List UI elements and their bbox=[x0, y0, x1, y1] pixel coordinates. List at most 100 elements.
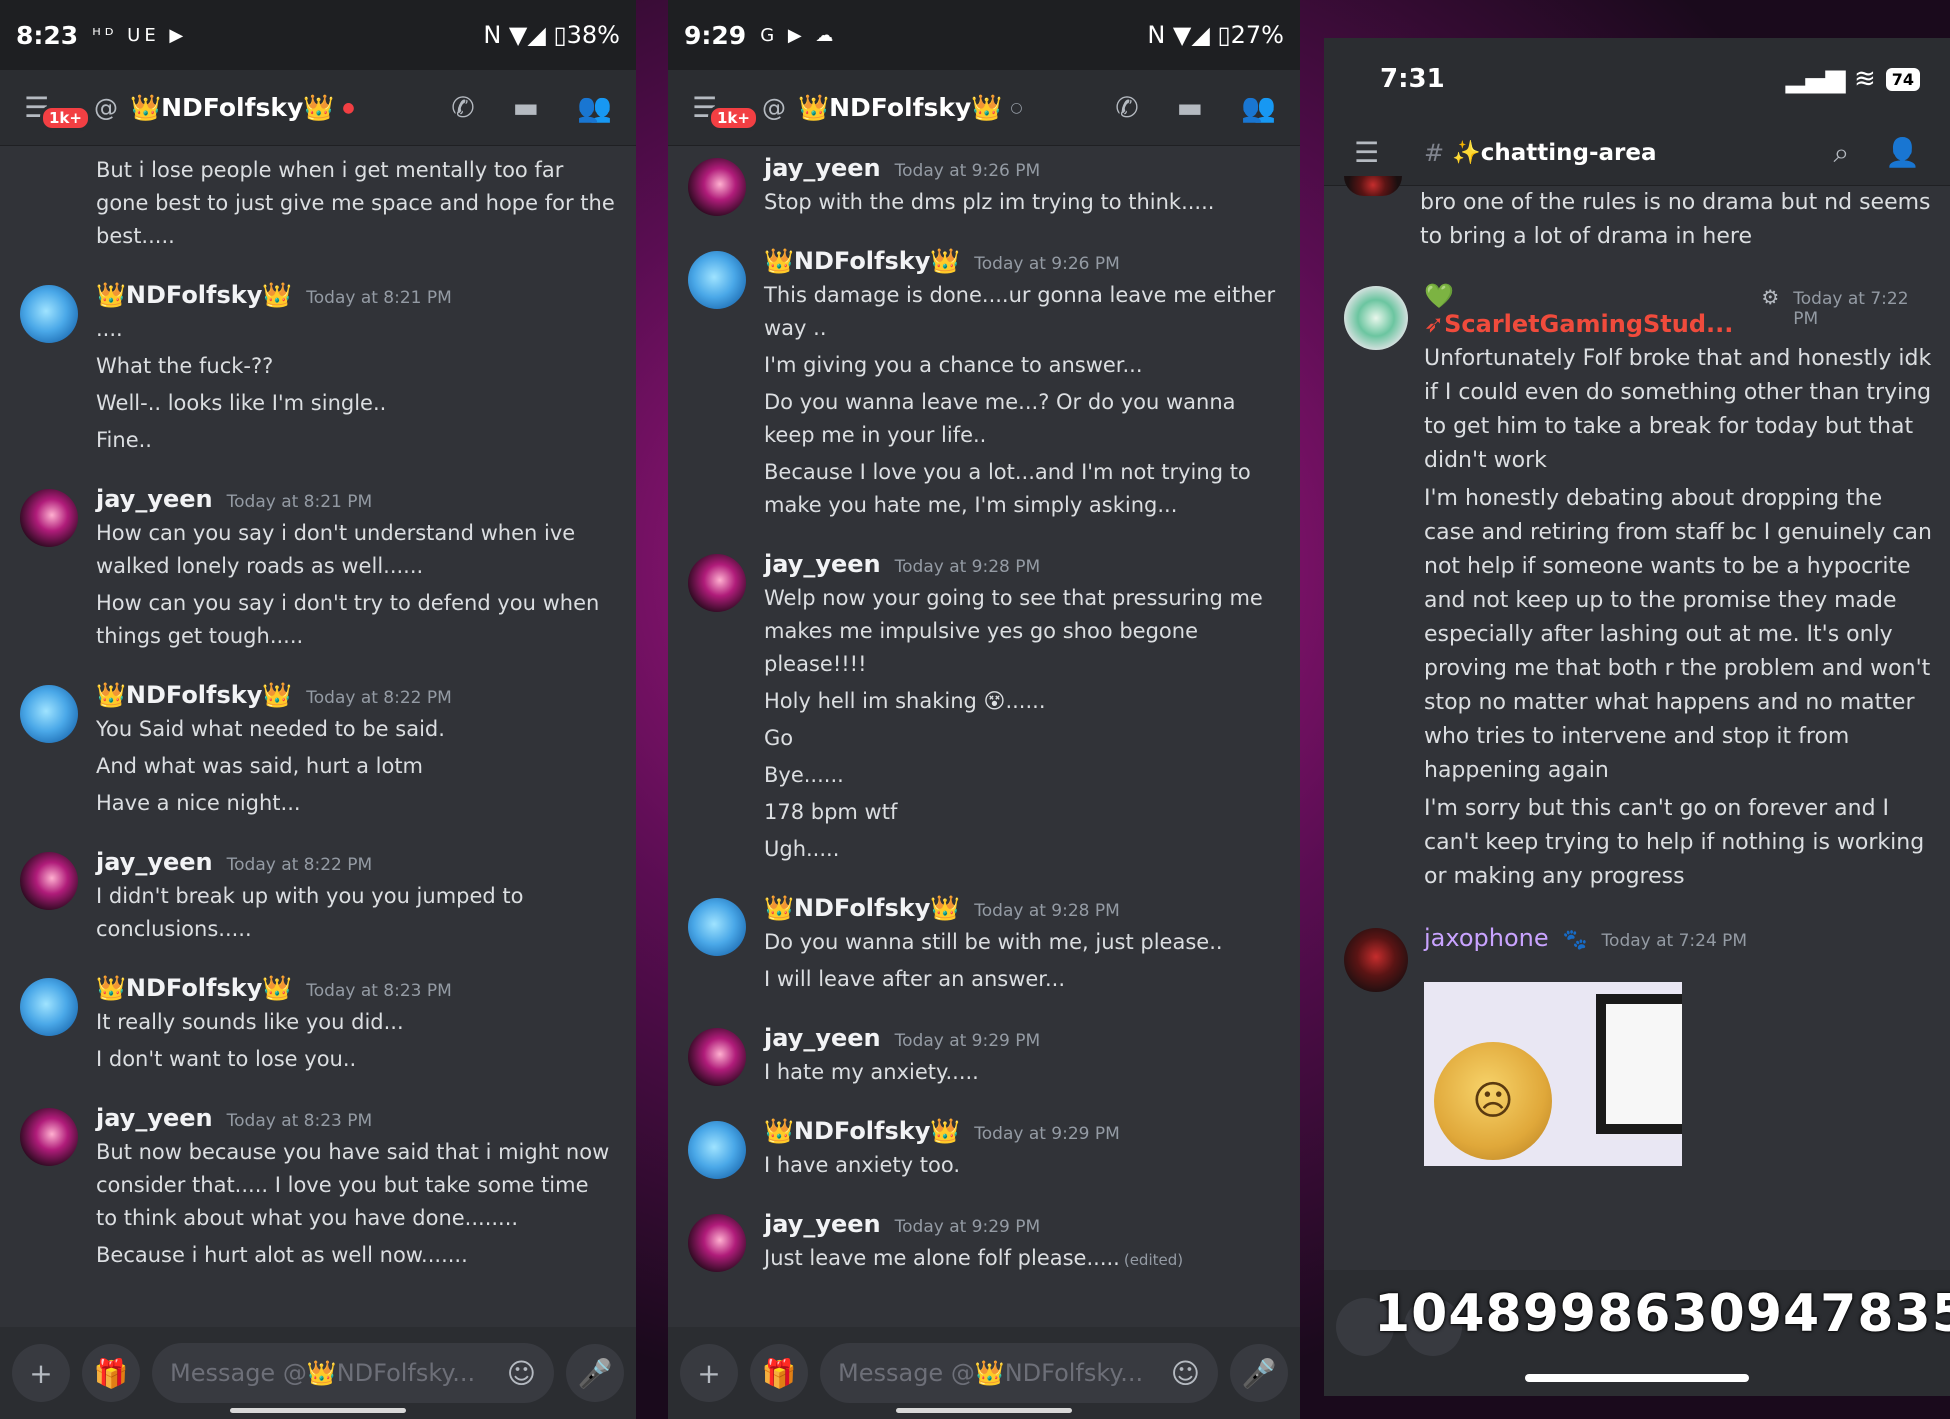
username[interactable]: 👑NDFolfsky👑 bbox=[764, 1117, 960, 1145]
avatar[interactable] bbox=[688, 1214, 746, 1272]
avatar[interactable] bbox=[688, 1121, 746, 1179]
timestamp: Today at 8:21 PM bbox=[306, 288, 452, 308]
avatar[interactable] bbox=[1344, 176, 1402, 196]
search-icon[interactable]: ⌕ bbox=[1833, 136, 1849, 170]
message-input[interactable]: Message @👑NDFolfsky... ☺ bbox=[152, 1343, 554, 1403]
video-icon[interactable]: ▬ bbox=[1177, 91, 1203, 124]
message-line: What the fuck-?? bbox=[96, 350, 616, 383]
gear-icon: ⚙ bbox=[1761, 285, 1780, 309]
avatar[interactable] bbox=[688, 554, 746, 612]
username[interactable]: jaxophone bbox=[1424, 924, 1549, 952]
message-text: Well-.. looks like I'm single.. bbox=[96, 391, 387, 415]
avatar[interactable] bbox=[20, 685, 78, 743]
username[interactable]: 👑NDFolfsky👑 bbox=[764, 894, 960, 922]
username[interactable]: jay_yeen bbox=[764, 1024, 881, 1052]
emoji-icon[interactable]: ☺ bbox=[507, 1357, 536, 1390]
message-list: But i lose people when i get mentally to… bbox=[0, 154, 636, 1276]
add-icon[interactable]: + bbox=[12, 1344, 70, 1402]
message-text: 178 bpm wtf bbox=[764, 800, 898, 824]
timestamp: Today at 9:28 PM bbox=[894, 557, 1041, 577]
channel-title: ✨chatting-area bbox=[1452, 140, 1657, 166]
avatar[interactable] bbox=[688, 251, 746, 309]
image-attachment[interactable]: ☹ bbox=[1424, 982, 1682, 1166]
username[interactable]: 👑NDFolfsky👑 bbox=[96, 974, 292, 1002]
message-line: I didn't break up with you you jumped to… bbox=[96, 880, 616, 946]
message-header: 👑NDFolfsky👑 Today at 8:21 PM bbox=[96, 281, 616, 309]
members-icon[interactable]: 👥 bbox=[1241, 91, 1276, 124]
members-icon[interactable]: 👤 bbox=[1885, 136, 1920, 170]
avatar[interactable] bbox=[688, 1028, 746, 1086]
avatar[interactable] bbox=[1344, 928, 1408, 992]
status-time: 7:31 bbox=[1380, 64, 1445, 94]
message: 👑NDFolfsky👑 Today at 9:26 PM This damage i… bbox=[688, 247, 1280, 526]
username[interactable]: jay_yeen bbox=[96, 485, 213, 513]
menu-icon[interactable]: ☰ bbox=[1354, 136, 1424, 169]
menu-icon[interactable]: ☰ 1k+ bbox=[24, 91, 91, 131]
video-icon[interactable]: ▬ bbox=[513, 91, 539, 124]
call-icon[interactable]: ✆ bbox=[451, 91, 474, 124]
mic-icon[interactable]: 🎤 bbox=[566, 1344, 624, 1402]
message-line: Just leave me alone folf please..... (edi… bbox=[764, 1242, 1280, 1277]
message-text: I didn't break up with you you jumped to… bbox=[96, 884, 524, 941]
menu-icon[interactable]: ☰ 1k+ bbox=[692, 91, 759, 131]
avatar[interactable] bbox=[20, 852, 78, 910]
message-line: Stop with the dms plz im trying to think… bbox=[764, 186, 1280, 219]
message-text: I don't want to lose you.. bbox=[96, 1047, 357, 1071]
username[interactable]: jay_yeen bbox=[96, 848, 213, 876]
status-right: N ▼◢ ▯27% bbox=[1147, 21, 1284, 49]
avatar[interactable] bbox=[20, 285, 78, 343]
username[interactable]: jay_yeen bbox=[764, 154, 881, 182]
message-text: Holy hell im shaking 😵...... bbox=[764, 689, 1046, 713]
avatar[interactable] bbox=[688, 158, 746, 216]
message-line: 178 bpm wtf bbox=[764, 796, 1280, 829]
message-line: I have anxiety too. bbox=[764, 1149, 1280, 1182]
message-input[interactable]: Message @👑NDFolfsky... ☺ bbox=[820, 1343, 1218, 1403]
timestamp: Today at 9:29 PM bbox=[894, 1217, 1041, 1237]
message: 💚➶ScarletGamingStud... ⚙ Today at 7:22 P… bbox=[1344, 282, 1932, 898]
avatar[interactable] bbox=[688, 898, 746, 956]
message-line: Go bbox=[764, 722, 1280, 755]
username[interactable]: 👑NDFolfsky👑 bbox=[764, 247, 960, 275]
emoji-icon[interactable]: ☺ bbox=[1171, 1357, 1200, 1390]
status-bar: 9:29 G ▶ ☁ N ▼◢ ▯27% bbox=[668, 0, 1300, 70]
message-header: jay_yeen Today at 9:26 PM bbox=[764, 154, 1280, 182]
message-text: You Said what needed to be said. bbox=[96, 717, 445, 741]
message-header: 👑NDFolfsky👑 Today at 9:29 PM bbox=[764, 1117, 1280, 1145]
timestamp: Today at 9:26 PM bbox=[894, 161, 1041, 181]
message: jay_yeen Today at 8:23 PM But now because … bbox=[20, 1104, 616, 1276]
at-icon: @ bbox=[94, 93, 118, 122]
username[interactable]: 👑NDFolfsky👑 bbox=[96, 281, 292, 309]
avatar[interactable] bbox=[20, 1108, 78, 1166]
username[interactable]: jay_yeen bbox=[764, 1210, 881, 1238]
message-line: Ugh..... bbox=[764, 833, 1280, 866]
composer: 1048998630947835996 bbox=[1324, 1270, 1950, 1396]
username[interactable]: jay_yeen bbox=[96, 1104, 213, 1132]
message-text: How can you say i don't try to defend yo… bbox=[96, 591, 600, 648]
members-icon[interactable]: 👥 bbox=[577, 91, 612, 124]
timestamp: Today at 9:26 PM bbox=[974, 254, 1120, 274]
gift-icon[interactable]: 🎁 bbox=[750, 1344, 808, 1402]
message-placeholder: Message @👑NDFolfsky... bbox=[838, 1359, 1144, 1387]
mic-icon[interactable]: 🎤 bbox=[1230, 1344, 1288, 1402]
message-line: It really sounds like you did... bbox=[96, 1006, 616, 1039]
username[interactable]: 👑NDFolfsky👑 bbox=[96, 681, 292, 709]
message: 👑NDFolfsky👑 Today at 9:29 PM I have anxiet… bbox=[688, 1117, 1280, 1186]
username[interactable]: 💚➶ScarletGamingStud... bbox=[1424, 282, 1747, 338]
message-text: Go bbox=[764, 726, 794, 750]
message-line: Because i hurt alot as well now....... bbox=[96, 1239, 616, 1272]
status-dot-icon: ○ bbox=[1010, 99, 1023, 116]
message-line: I'm sorry but this can't go on forever a… bbox=[1424, 796, 1925, 889]
username[interactable]: jay_yeen bbox=[764, 550, 881, 578]
message-text: Have a nice night... bbox=[96, 791, 301, 815]
message-line: I'm honestly debating about dropping the… bbox=[1424, 486, 1932, 783]
gift-icon[interactable]: 🎁 bbox=[82, 1344, 140, 1402]
message-line: Fine.. bbox=[96, 424, 616, 457]
avatar[interactable] bbox=[1344, 286, 1408, 350]
notification-badge: 1k+ bbox=[40, 105, 91, 131]
call-icon[interactable]: ✆ bbox=[1115, 91, 1138, 124]
avatar[interactable] bbox=[20, 978, 78, 1036]
status-bar: 8:23 ᴴᴰ UE ▶ N ▼◢ ▯38% bbox=[0, 0, 636, 70]
message-text: But i lose people when i get mentally to… bbox=[96, 158, 615, 248]
avatar[interactable] bbox=[20, 489, 78, 547]
add-icon[interactable]: + bbox=[680, 1344, 738, 1402]
